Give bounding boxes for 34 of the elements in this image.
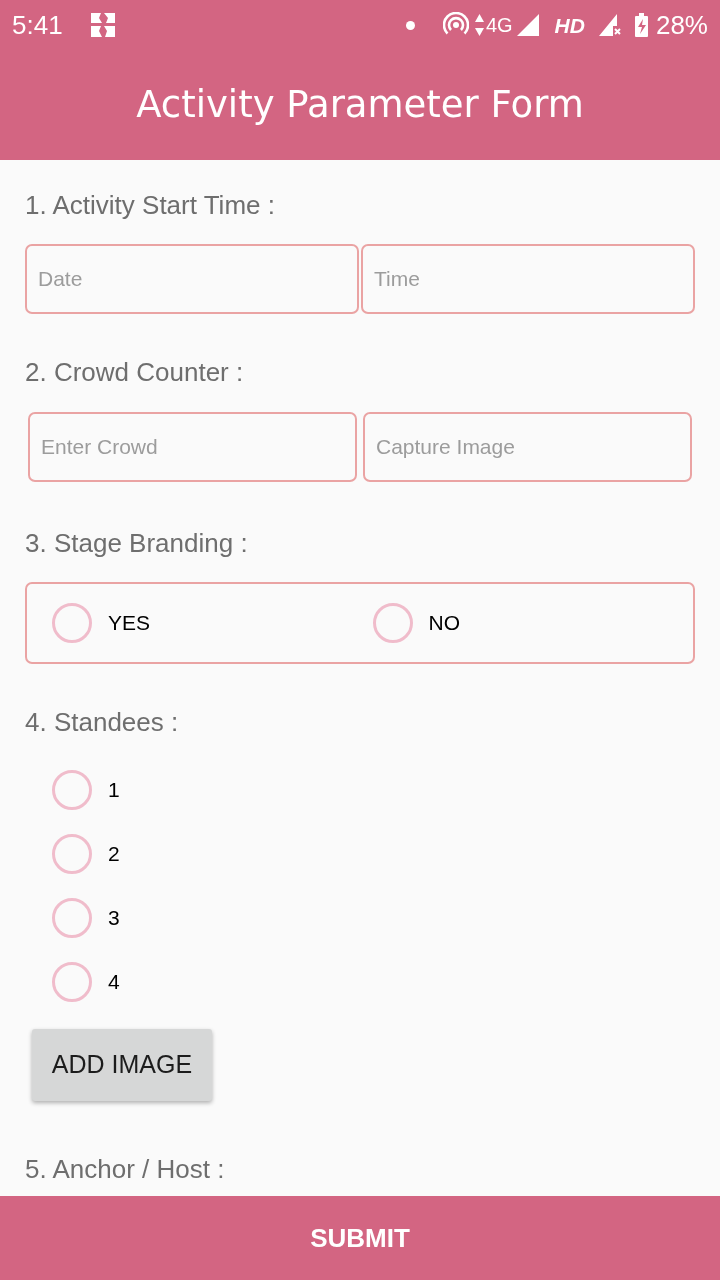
- battery-charging-icon: [634, 13, 648, 37]
- notification-icon: [88, 11, 117, 39]
- radio-button[interactable]: [52, 770, 92, 810]
- radio-label: 2: [108, 841, 120, 868]
- section-label: 3. Stage Branding :: [25, 527, 249, 559]
- network-type: 4G: [485, 15, 513, 35]
- section-label: 4. Standees :: [25, 706, 180, 738]
- status-time: 5:41: [12, 12, 63, 38]
- add-image-button[interactable]: ADD IMAGE: [32, 1029, 212, 1101]
- input-field[interactable]: Enter Crowd: [28, 412, 357, 482]
- data-arrows-icon: [474, 14, 484, 36]
- radio-button[interactable]: [372, 603, 413, 643]
- input-field[interactable]: Date: [25, 244, 359, 314]
- input-field[interactable]: Time: [361, 244, 695, 314]
- app-bar-title: Activity Parameter Form: [136, 82, 584, 129]
- radio-button[interactable]: [52, 834, 92, 874]
- signal-no-service-icon: [598, 14, 621, 36]
- radio-label: 1: [108, 777, 120, 804]
- battery-percent: 28%: [655, 12, 708, 38]
- hd-label: HD: [554, 14, 585, 36]
- radio-label: 4: [108, 969, 120, 996]
- radio-label: 3: [108, 905, 120, 932]
- radio-label: NO: [428, 610, 460, 637]
- section-label: 5. Anchor / Host :: [25, 1153, 226, 1185]
- input-field[interactable]: Capture Image: [363, 412, 692, 482]
- radio-button[interactable]: [52, 603, 92, 643]
- radio-label: YES: [108, 610, 151, 637]
- radio-button[interactable]: [52, 962, 92, 1002]
- section-label: 1. Activity Start Time :: [25, 189, 276, 221]
- radio-button[interactable]: [52, 898, 92, 938]
- signal-icon: [516, 14, 539, 36]
- section-label: 2. Crowd Counter :: [25, 356, 245, 388]
- submit-button[interactable]: SUBMIT: [0, 1196, 720, 1280]
- dot-icon: [405, 20, 415, 30]
